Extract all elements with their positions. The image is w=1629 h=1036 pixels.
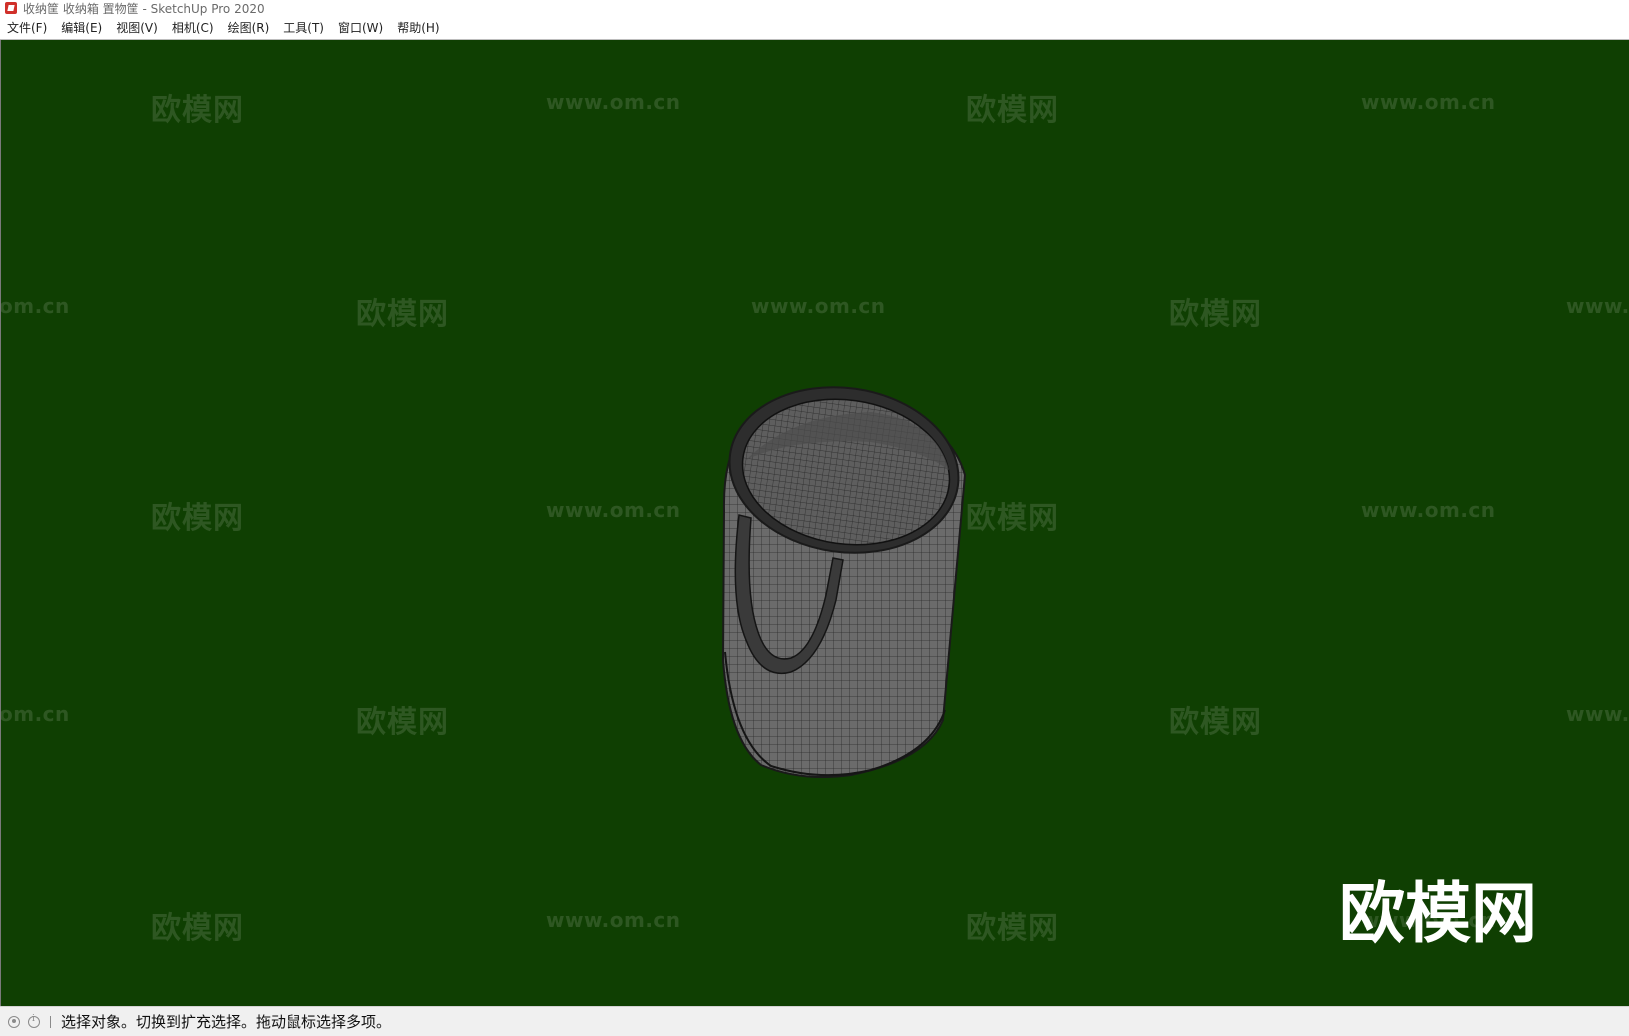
- menu-tools[interactable]: 工具(T): [276, 17, 331, 39]
- status-divider: [50, 1015, 51, 1028]
- geolocation-icon[interactable]: [8, 1015, 20, 1028]
- title-bar: 收纳筐 收纳箱 置物筐 - SketchUp Pro 2020: [0, 0, 1629, 16]
- menu-bar: 文件(F) 编辑(E) 视图(V) 相机(C) 绘图(R) 工具(T) 窗口(W…: [0, 17, 1629, 40]
- menu-draw[interactable]: 绘图(R): [221, 17, 277, 39]
- watermark-logo: 欧模网: [1339, 875, 1537, 952]
- menu-file[interactable]: 文件(F): [0, 17, 54, 39]
- menu-window[interactable]: 窗口(W): [331, 17, 390, 39]
- menu-camera[interactable]: 相机(C): [165, 17, 221, 39]
- menu-help[interactable]: 帮助(H): [390, 17, 446, 39]
- status-message: 选择对象。切换到扩充选择。拖动鼠标选择多项。: [61, 1013, 392, 1031]
- menu-edit[interactable]: 编辑(E): [54, 17, 109, 39]
- status-bar: 选择对象。切换到扩充选择。拖动鼠标选择多项。: [0, 1006, 1629, 1036]
- menu-view[interactable]: 视图(V): [109, 17, 165, 39]
- window-title: 收纳筐 收纳箱 置物筐 - SketchUp Pro 2020: [23, 1, 265, 16]
- sketchup-logo-icon: [5, 2, 17, 14]
- info-icon[interactable]: [28, 1014, 40, 1028]
- model-viewport[interactable]: 欧模网 www.om.cn 欧模网 www.om.cn om.cn 欧模网 ww…: [0, 40, 1629, 1006]
